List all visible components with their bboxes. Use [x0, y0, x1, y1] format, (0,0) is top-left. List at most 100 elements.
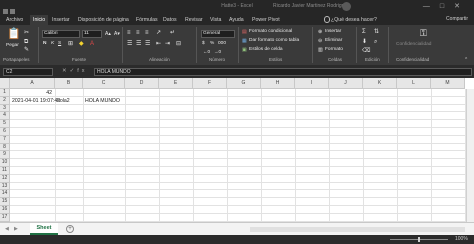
italic-button[interactable]: K [51, 41, 54, 46]
row-header[interactable]: 15 [0, 198, 10, 206]
minimize-icon[interactable]: — [423, 3, 440, 10]
spreadsheet-grid[interactable]: A B C D E F G H I J K L M 1 2 3 4 5 6 7 8 9 10 11 12 13 14 15 16 17 42… [0, 78, 474, 222]
row-header[interactable]: 1 [0, 89, 10, 97]
row-header[interactable]: 12 [0, 174, 10, 183]
insert-cells-button[interactable]: Insertar [325, 29, 341, 34]
percent-button[interactable]: % [210, 41, 214, 46]
cut-icon[interactable]: ✂ [24, 30, 29, 36]
fill-icon[interactable]: ⬇ [362, 39, 367, 45]
next-sheet-icon[interactable]: ▶ [14, 226, 18, 232]
decrease-indent-icon[interactable]: ⇤ [156, 41, 161, 47]
row-header[interactable]: 4 [0, 112, 10, 121]
insert-function-button[interactable]: fx [77, 68, 87, 74]
share-button[interactable]: Compartir [446, 16, 468, 22]
bold-button[interactable]: N [43, 41, 46, 46]
align-left-icon[interactable]: ☰ [127, 41, 132, 47]
column-header[interactable]: L [397, 78, 431, 89]
sort-filter-icon[interactable]: ⇅ [374, 29, 379, 35]
column-header[interactable]: A [10, 78, 55, 89]
row-header[interactable]: 9 [0, 151, 10, 160]
increase-indent-icon[interactable]: ⇥ [165, 41, 170, 47]
avatar[interactable] [342, 2, 351, 11]
paste-button[interactable]: Pegar [6, 43, 19, 48]
row-header[interactable]: 13 [0, 182, 10, 191]
formula-input[interactable]: HOLA MUNDO [94, 68, 472, 76]
row-header[interactable]: 3 [0, 104, 10, 113]
grow-font-icon[interactable]: A▴ [105, 31, 111, 37]
row-header[interactable]: 10 [0, 159, 10, 167]
autosum-icon[interactable]: Σ [362, 29, 366, 35]
cell-styles-button[interactable]: Estilos de celda [249, 47, 283, 52]
tell-me-search[interactable]: ¿Qué desea hacer? [331, 15, 377, 25]
close-icon[interactable]: ✕ [454, 3, 470, 10]
row-header[interactable]: 17 [0, 213, 10, 222]
tab-review[interactable]: Revisar [185, 15, 203, 25]
sensitivity-button[interactable]: Confidencialidad [396, 42, 431, 47]
column-header[interactable]: B [55, 78, 83, 89]
row-header[interactable]: 6 [0, 128, 10, 136]
name-box[interactable]: C2 [3, 68, 53, 76]
vertical-scrollbar[interactable] [466, 89, 474, 222]
cancel-icon[interactable]: ✕ [62, 68, 70, 74]
column-header[interactable]: C [83, 78, 125, 89]
cell-a2[interactable]: 2021-04-01 19:07:42 [12, 97, 60, 105]
currency-button[interactable]: $ [202, 41, 205, 46]
window-controls[interactable]: —□✕ [423, 2, 470, 10]
horizontal-scrollbar[interactable] [250, 227, 465, 232]
clear-icon[interactable]: ⌫ [362, 48, 370, 54]
column-header[interactable]: H [261, 78, 295, 89]
tab-file[interactable]: Archivo [6, 15, 23, 25]
column-header[interactable]: F [193, 78, 227, 89]
font-size-select[interactable]: 11 [82, 30, 102, 38]
align-right-icon[interactable]: ☰ [145, 41, 150, 47]
delete-cells-button[interactable]: Eliminar [325, 38, 342, 43]
merge-center-icon[interactable]: ⊟ [176, 41, 181, 47]
wrap-text-icon[interactable]: ↵ [170, 30, 175, 36]
zoom-level[interactable]: 100% [455, 236, 468, 242]
view-buttons[interactable] [350, 237, 384, 242]
format-as-table-button[interactable]: Dar formato como tabla [249, 38, 299, 43]
shrink-font-icon[interactable]: A▾ [114, 31, 120, 37]
cell-b2[interactable]: hola2 [57, 97, 70, 105]
tab-insert[interactable]: Insertar [52, 15, 70, 25]
row-header[interactable]: 14 [0, 190, 10, 199]
orientation-icon[interactable]: ↗ [156, 30, 161, 36]
row-header[interactable]: 7 [0, 135, 10, 144]
format-cells-button[interactable]: Formato [325, 47, 343, 52]
number-format-select[interactable]: General [201, 30, 235, 38]
borders-icon[interactable]: ⊞ [68, 41, 73, 47]
copy-icon[interactable]: ⧉ [24, 39, 28, 45]
collapse-ribbon-icon[interactable]: ⌃ [464, 57, 468, 63]
tab-power-pivot[interactable]: Power Pivot [252, 15, 280, 25]
add-sheet-icon[interactable]: + [66, 225, 74, 233]
sheet-tab[interactable]: Sheet [30, 223, 58, 235]
tab-home[interactable]: Inicio [30, 15, 49, 25]
decrease-decimal-icon[interactable]: →0 [214, 49, 221, 55]
font-color-icon[interactable]: A [90, 41, 94, 47]
align-center-icon[interactable]: ☰ [136, 41, 141, 47]
tab-view[interactable]: Vista [210, 15, 221, 25]
cell-a1[interactable]: 42 [10, 89, 52, 97]
column-header[interactable]: I [295, 78, 329, 89]
prev-sheet-icon[interactable]: ◀ [5, 226, 9, 232]
zoom-slider-handle[interactable] [418, 237, 420, 242]
thousands-button[interactable]: 000 [218, 41, 226, 46]
row-header[interactable]: 16 [0, 206, 10, 214]
underline-button[interactable]: S [58, 41, 61, 46]
find-select-icon[interactable]: ⌕ [374, 39, 377, 45]
tab-data[interactable]: Datos [163, 15, 177, 25]
row-header[interactable]: 2 [0, 96, 10, 105]
align-top-icon[interactable]: ≡ [127, 30, 131, 36]
conditional-format-button[interactable]: Formato condicional [249, 29, 292, 34]
column-header[interactable]: G [227, 78, 261, 89]
select-all-corner[interactable] [0, 78, 10, 89]
increase-decimal-icon[interactable]: ←0 [203, 49, 210, 55]
column-header[interactable]: K [363, 78, 397, 89]
row-header[interactable]: 5 [0, 120, 10, 128]
format-painter-icon[interactable]: ✎ [24, 47, 29, 53]
clipboard-icon[interactable]: 📋 [7, 29, 21, 40]
cell-c2[interactable]: HOLA MUNDO [85, 97, 120, 105]
tab-page-layout[interactable]: Disposición de página [78, 15, 129, 25]
maximize-icon[interactable]: □ [440, 3, 454, 10]
fill-color-icon[interactable]: ◆ [79, 41, 84, 47]
